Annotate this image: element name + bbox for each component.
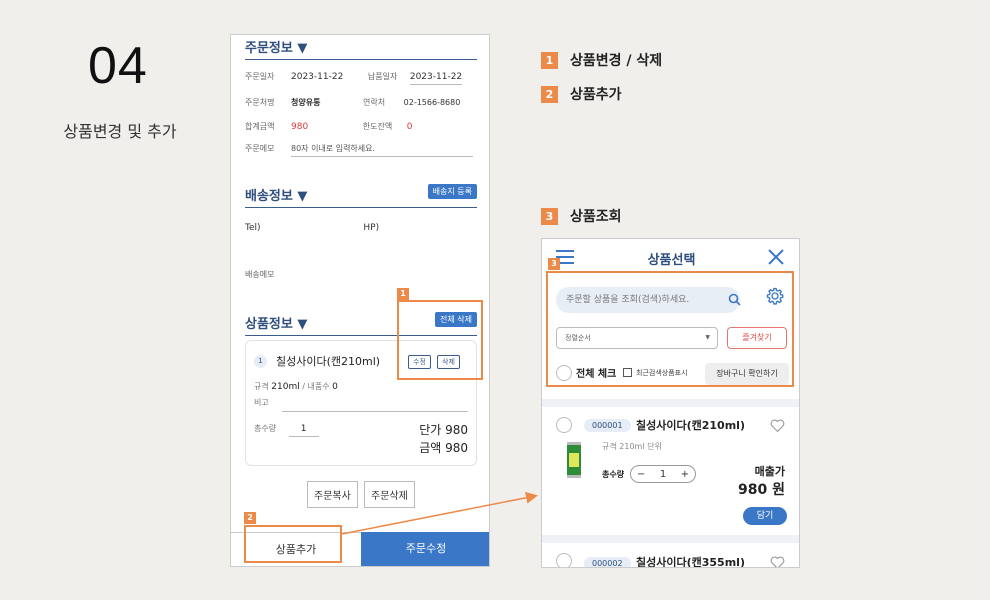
legend-item-1: 1 상품변경 / 삭제 xyxy=(541,50,662,70)
contact-value: 02-1566-8680 xyxy=(403,98,461,107)
annotation-box-2 xyxy=(244,525,342,563)
item-divider xyxy=(542,535,799,543)
limit-balance: 0 xyxy=(406,122,413,132)
product-select-title: 상품선택 xyxy=(647,253,696,268)
item-qty-label: 총수량 xyxy=(602,470,625,479)
register-address-button[interactable]: 배송지 등록 xyxy=(427,184,477,199)
total-row: 합계금액 980 한도잔액 0 xyxy=(245,122,413,132)
connector-arrow xyxy=(341,491,538,535)
item-checkbox[interactable] xyxy=(556,417,572,433)
item-qty-row: 총수량 1 xyxy=(254,423,319,437)
item-index: 1 xyxy=(254,355,267,368)
annotation-tag-3: 3 xyxy=(548,258,560,270)
item-code: 000002 xyxy=(584,557,631,567)
close-icon[interactable] xyxy=(768,249,784,265)
item-price-label: 매출가 xyxy=(754,465,785,478)
annotation-tag-2: 2 xyxy=(244,512,256,524)
slide-number: 04 xyxy=(88,37,148,95)
order-date-value[interactable]: 2023-11-22 xyxy=(291,72,343,82)
item-note: 비고 xyxy=(254,398,269,407)
edit-order-button[interactable]: 주문수정 xyxy=(361,532,489,566)
shipping-info-heading: 배송정보 ▼ 배송지 등록 xyxy=(245,184,477,208)
quantity-stepper[interactable]: − 1 + xyxy=(630,465,696,483)
heart-icon[interactable] xyxy=(770,556,785,568)
order-info-heading[interactable]: 주문정보 ▼ xyxy=(245,37,477,60)
copy-order-button[interactable]: 주문복사 xyxy=(307,481,358,508)
item-name: 칠성사이다(캔355ml) xyxy=(636,556,745,568)
order-memo-input[interactable]: 80자 이내로 입력하세요. xyxy=(291,143,473,157)
heart-icon[interactable] xyxy=(770,419,785,432)
total-amount: 980 xyxy=(291,122,309,132)
item-amount: 금액 980 xyxy=(419,441,468,455)
minus-icon[interactable]: − xyxy=(637,469,645,480)
annotation-box-3 xyxy=(546,271,794,387)
annotation-tag-1: 1 xyxy=(397,288,409,300)
shipping-memo-label: 배송메모 xyxy=(245,270,275,279)
annotation-box-1 xyxy=(397,300,483,380)
item-qty-input[interactable]: 1 xyxy=(288,424,319,437)
delivery-date-value[interactable]: 2023-11-22 xyxy=(409,72,463,85)
add-to-cart-button[interactable]: 담기 xyxy=(743,507,787,525)
item-name: 칠성사이다(캔210ml) xyxy=(636,419,745,432)
order-memo-row: 주문메모 80자 이내로 입력하세요. xyxy=(245,143,473,157)
item-note-input[interactable] xyxy=(282,411,468,412)
item-code: 000001 xyxy=(584,419,631,432)
legend-item-3: 3 상품조회 xyxy=(541,206,622,226)
item-unit-price: 단가 980 xyxy=(419,423,468,437)
item-spec: 규격 210ml / 내품수 0 xyxy=(254,382,338,392)
tel-label: Tel) xyxy=(245,223,261,233)
section-divider xyxy=(542,399,799,407)
tel-row: Tel) HP) xyxy=(245,223,379,233)
item-checkbox[interactable] xyxy=(556,553,572,567)
hp-label: HP) xyxy=(363,223,380,233)
item-name: 칠성사이다(캔210ml) xyxy=(276,355,381,368)
product-can-image xyxy=(567,442,581,478)
order-date-row: 주문일자 2023-11-22 납품일자 2023-11-22 xyxy=(245,71,463,85)
delete-order-button[interactable]: 주문삭제 xyxy=(364,481,415,508)
customer-name: 청양유통 xyxy=(291,98,321,107)
item-spec: 규격 210ml 단위 xyxy=(602,442,662,451)
slide-title: 상품변경 및 추가 xyxy=(63,122,177,141)
plus-icon[interactable]: + xyxy=(681,469,689,480)
legend-item-2: 2 상품추가 xyxy=(541,84,622,104)
customer-row: 주문처명 청양유통 연락처 02-1566-8680 xyxy=(245,98,461,107)
item-price: 980 원 xyxy=(738,482,785,498)
